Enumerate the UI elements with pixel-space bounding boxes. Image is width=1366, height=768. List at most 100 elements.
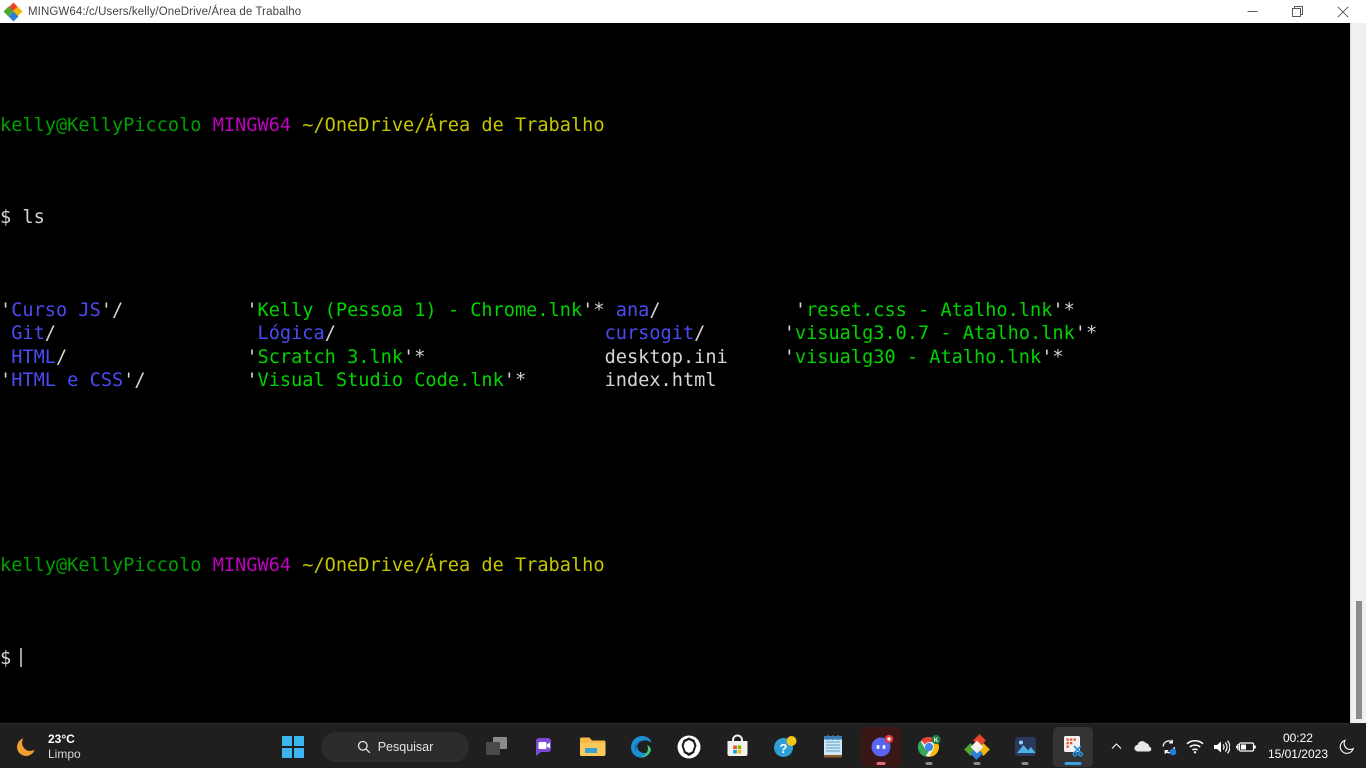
ls-quote: ' [100, 300, 112, 322]
file-explorer-button[interactable] [573, 727, 613, 767]
question-mark-icon: ? [774, 735, 797, 757]
brave-lion-icon [677, 735, 701, 758]
ls-entry-name: HTML [11, 346, 56, 368]
volume-icon[interactable] [1208, 724, 1234, 768]
search-placeholder: Pesquisar [377, 739, 434, 754]
chrome-button[interactable]: K [909, 727, 949, 767]
moon-icon [17, 738, 35, 756]
discord-button[interactable] [861, 726, 901, 767]
taskbar-indicator [973, 761, 981, 765]
prompt-path: ~/OneDrive/Área de Trabalho [302, 555, 605, 577]
chevron-up-icon[interactable] [1104, 724, 1130, 768]
weather-text: 23°C Limpo [48, 732, 81, 762]
scrollbar-thumb[interactable] [1356, 601, 1362, 719]
ls-quote: ' [0, 369, 12, 391]
ls-quote: ' [1052, 300, 1064, 322]
ls-column-gap [123, 300, 246, 321]
terminal-text: kelly@KellyPiccolo MINGW64 ~/OneDrive/Ár… [0, 44, 1097, 723]
taskbar-indicator [876, 761, 886, 765]
ls-entry-name: Visual Studio Code.lnk [257, 369, 504, 391]
weather-widget[interactable]: 23°C Limpo [14, 724, 81, 768]
search-icon [357, 740, 370, 753]
taskbar-indicator [1021, 761, 1029, 765]
ls-quote: ' [0, 300, 12, 322]
ls-row: 'Curso JS'/ 'Kelly (Pessoa 1) - Chrome.l… [0, 299, 1097, 322]
ls-quote [0, 347, 11, 368]
ls-entry-suffix: * [1063, 300, 1075, 322]
search-input[interactable]: Pesquisar [321, 731, 469, 762]
clock-time: 00:22 [1282, 731, 1313, 746]
ls-column-gap [717, 370, 784, 391]
ls-row: 'HTML e CSS'/ 'Visual Studio Code.lnk'* … [0, 369, 1097, 392]
prompt-user-host: kelly@KellyPiccolo [0, 114, 202, 136]
minimize-button[interactable] [1230, 0, 1275, 23]
ls-entry-suffix: / [324, 323, 336, 345]
ls-quote: ' [246, 369, 258, 391]
ls-output: 'Curso JS'/ 'Kelly (Pessoa 1) - Chrome.l… [0, 299, 1097, 392]
ls-quote [246, 323, 257, 344]
folder-icon [580, 737, 606, 756]
edge-icon [631, 735, 652, 758]
maximize-restore-button[interactable] [1275, 0, 1320, 23]
ls-entry-name: visualg3.0.7 - Atalho.lnk [794, 323, 1075, 345]
ls-quote: ' [1041, 346, 1053, 368]
ls-entry-name: index.html [604, 369, 717, 391]
prompt-line-1: kelly@KellyPiccolo MINGW64 ~/OneDrive/Ár… [0, 114, 1097, 137]
snipping-tool-button[interactable] [1053, 726, 1093, 767]
ls-entry-suffix: / [111, 300, 124, 322]
vertical-scrollbar[interactable] [1350, 23, 1366, 723]
ls-entry-name: desktop.ini [604, 346, 728, 368]
start-button[interactable] [273, 727, 313, 767]
git-bash-button[interactable] [957, 727, 997, 767]
ls-entry-suffix: / [134, 369, 146, 391]
ls-entry-name: Curso JS [11, 300, 101, 322]
chrome-icon: K [917, 734, 941, 757]
ls-entry-name: visualg30 - Atalho.lnk [794, 346, 1042, 368]
ls-column-gap [146, 370, 247, 391]
ls-column-gap [336, 323, 605, 344]
edge-button[interactable] [621, 727, 661, 767]
photos-button[interactable] [1005, 727, 1045, 767]
ls-quote [0, 323, 11, 344]
prompt-shell: MINGW64 [212, 114, 292, 136]
taskbar-indicator [1064, 761, 1082, 765]
do-not-disturb-moon-icon[interactable] [1334, 724, 1360, 768]
help-button[interactable]: ? [765, 727, 805, 767]
close-button[interactable] [1320, 0, 1366, 23]
ls-entry-name: reset.css - Atalho.lnk [806, 300, 1053, 322]
windows-logo-icon [282, 735, 304, 758]
microsoft-store-button[interactable] [717, 727, 757, 767]
command-text: ls [11, 207, 45, 229]
onedrive-cloud-icon[interactable] [1130, 724, 1156, 768]
clock-widget[interactable]: 00:22 15/01/2023 [1268, 724, 1328, 768]
battery-charging-icon[interactable] [1234, 724, 1260, 768]
system-tray: 00:22 15/01/2023 [1104, 724, 1366, 768]
input-line[interactable]: $ [0, 647, 1097, 670]
ls-entry-suffix: * [1052, 346, 1064, 368]
weather-temperature: 23°C [48, 731, 75, 746]
store-bag-icon [727, 734, 747, 756]
ls-entry-suffix: * [1085, 323, 1098, 345]
terminal-output-area[interactable]: kelly@KellyPiccolo MINGW64 ~/OneDrive/Ár… [0, 23, 1350, 723]
prompt-symbol: $ [0, 648, 12, 670]
git-bash-icon [964, 733, 990, 760]
ls-quote: ' [582, 300, 594, 322]
weather-condition: Limpo [48, 746, 81, 761]
wifi-icon[interactable] [1182, 724, 1208, 768]
notepad-button[interactable] [813, 727, 853, 767]
photos-icon [1014, 737, 1036, 756]
ls-quote: ' [1074, 323, 1086, 345]
window-titlebar[interactable]: MINGW64:/c/Users/kelly/OneDrive/Área de … [0, 0, 1366, 23]
ls-quote: ' [783, 323, 795, 345]
brave-button[interactable] [669, 727, 709, 767]
chat-teams-button[interactable] [525, 727, 565, 767]
window-title: MINGW64:/c/Users/kelly/OneDrive/Área de … [28, 5, 302, 18]
prompt-user-host: kelly@KellyPiccolo [0, 555, 202, 577]
ls-entry-name: Git [11, 323, 45, 345]
task-view-icon [486, 736, 507, 755]
task-view-button[interactable] [477, 727, 517, 767]
window-controls [1230, 0, 1366, 23]
ls-entry-name: ana [615, 300, 650, 322]
sync-icon[interactable] [1156, 724, 1182, 768]
